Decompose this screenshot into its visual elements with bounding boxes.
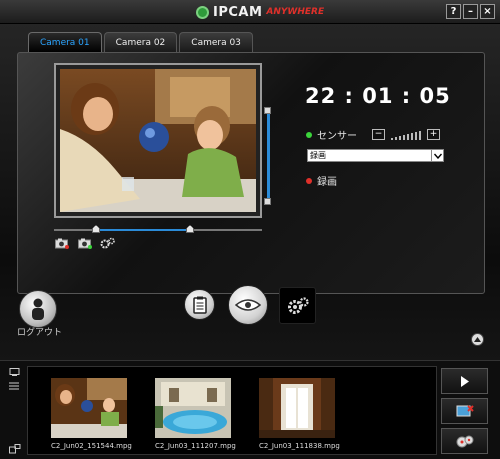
thumbnail-list: C2_Jun02_151544.mpg C2_Jun03_111207.mpg [27,366,437,455]
play-icon [460,375,469,387]
film-reel-icon [456,435,473,448]
eye-icon [235,299,261,311]
logo-subtext: ANYWHERE [266,7,325,17]
pan-slider-horizontal[interactable] [54,225,262,233]
thumbnail-label: C2_Jun02_151544.mpg [51,442,132,450]
pan-slider-fill [96,229,191,231]
record-indicator [306,177,312,184]
live-view-button[interactable] [228,285,268,325]
sensor-indicator [306,131,312,138]
video-frame [54,63,262,218]
thumbnail-label: C2_Jun03_111207.mpg [155,442,236,450]
close-button[interactable]: × [480,4,495,19]
thumbnail-image[interactable] [51,378,127,438]
arrow-up-icon [474,337,481,342]
thumbnail-label: C2_Jun03_111838.mpg [259,442,340,450]
gears-icon [287,296,309,314]
report-button[interactable] [184,289,215,320]
tab-camera-02[interactable]: Camera 02 [103,32,178,52]
sensor-control: センサー − + [306,127,440,142]
app-window: IPCAM ANYWHERE ? – × Camera 01 Camera 02… [0,0,500,459]
sensor-label: センサー [317,131,357,142]
clock-display: 22 : 01 : 05 [305,84,451,108]
record-label: 録画 [317,177,337,188]
gears-icon[interactable] [100,237,116,249]
action-select-value: 録画 [310,151,326,160]
tab-camera-01[interactable]: Camera 01 [28,32,102,52]
help-button[interactable]: ? [446,4,461,19]
sensor-level-bars [391,130,421,140]
zoom-slider-vertical[interactable] [264,107,271,205]
tab-camera-03[interactable]: Camera 03 [179,32,253,52]
clipboard-icon [192,296,207,314]
minimize-button[interactable]: – [463,4,478,19]
list-icon[interactable] [9,382,19,390]
zoom-handle-bottom[interactable] [264,198,271,205]
camera-tabs: Camera 01 Camera 02 Camera 03 [28,32,253,52]
video-tools [54,237,116,249]
thumbnail-image[interactable] [155,378,231,438]
record-camera-icon[interactable] [77,237,93,249]
film-reel-button[interactable] [441,428,488,454]
title-bar[interactable]: IPCAM ANYWHERE ? – × [0,0,500,24]
logout-button[interactable] [19,290,57,328]
logo-text: IPCAM [213,4,263,20]
logo-mark-icon [196,5,209,19]
snapshot-icon[interactable] [54,237,70,249]
window-controls: ? – × [446,4,495,19]
settings-button[interactable] [279,287,316,324]
thumbnail-image[interactable] [259,378,335,438]
film-delete-icon [456,405,474,417]
recordings-strip: C2_Jun02_151544.mpg C2_Jun03_111207.mpg [0,360,500,459]
chevron-down-icon[interactable] [431,150,443,161]
live-video-feed[interactable] [60,69,256,212]
logout-label: ログアウト [17,328,63,338]
app-logo: IPCAM ANYWHERE [196,4,325,20]
zoom-handle-top[interactable] [264,107,271,114]
sensor-increase-button[interactable]: + [427,129,440,140]
record-status: 録画 [306,173,337,188]
delete-recording-button[interactable] [441,398,488,424]
sensor-decrease-button[interactable]: − [372,129,385,140]
action-select[interactable]: 録画 [307,149,444,162]
collapse-up-button[interactable] [471,333,484,346]
strip-view-toggles [9,368,23,456]
user-icon [32,298,44,320]
play-button[interactable] [441,368,488,394]
monitor-icon[interactable] [9,368,21,376]
playback-buttons [441,368,490,458]
resize-icon[interactable] [9,444,21,454]
